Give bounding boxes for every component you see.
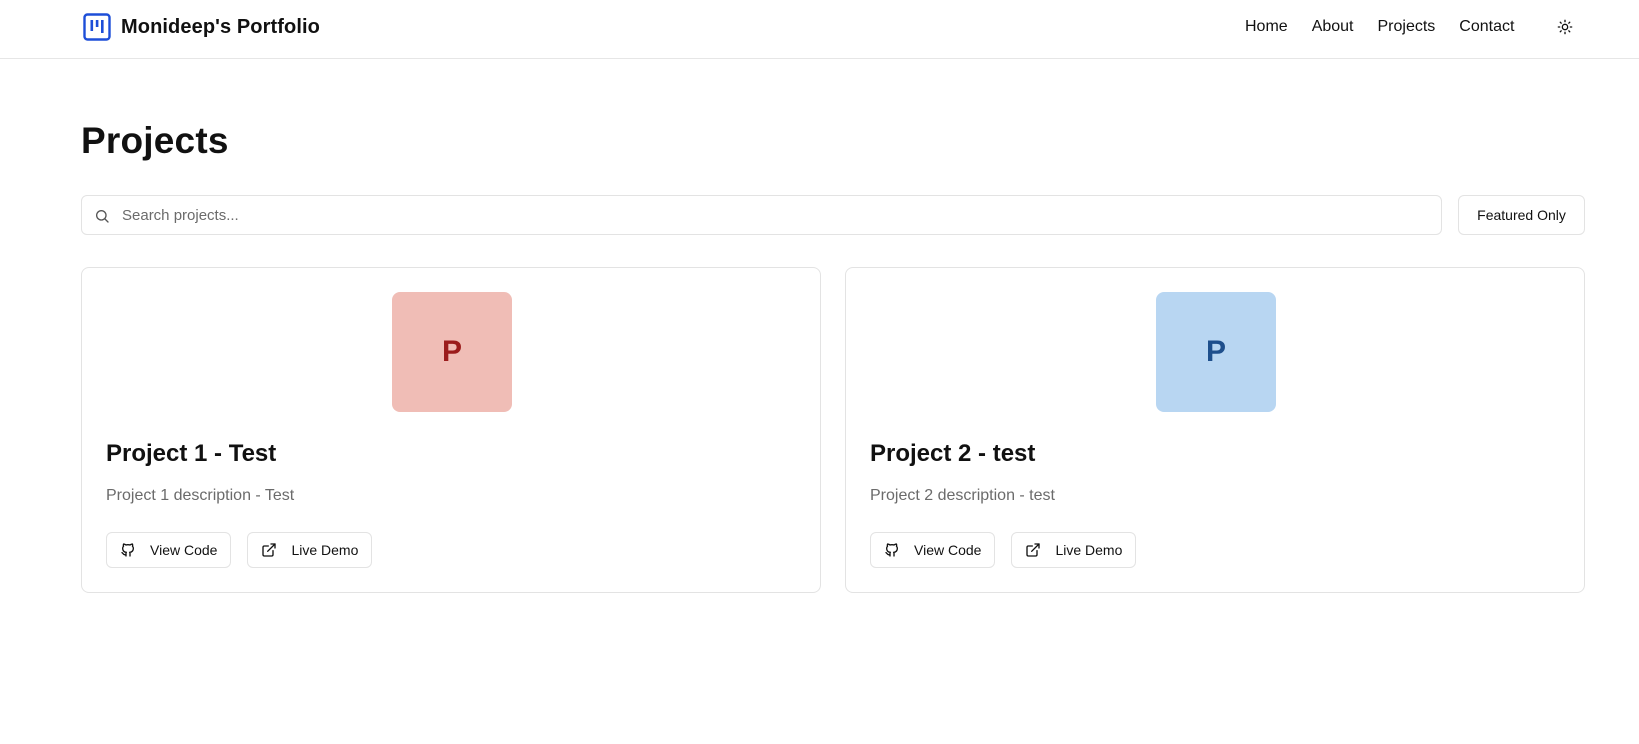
project-thumbnail: P [1156,292,1276,412]
github-icon [885,543,898,557]
project-description: Project 2 description - test [870,487,1055,504]
search-input[interactable] [82,196,1441,234]
project-actions: View Code Live Demo [106,532,373,568]
kanban-icon [83,13,111,41]
project-title: Project 1 - Test [106,440,277,467]
external-link-icon [1026,543,1041,557]
view-code-button[interactable]: View Code [106,532,232,568]
nav-home-link[interactable]: Home [1245,17,1288,37]
sun-icon [1557,19,1573,35]
project-actions: View Code Live Demo [870,532,1137,568]
search-icon [96,210,109,223]
nav-contact-link[interactable]: Contact [1459,17,1514,37]
github-icon [121,543,134,557]
project-title: Project 2 - test [870,440,1036,467]
thumbnail-letter: P [1205,335,1226,368]
nav-projects-link[interactable]: Projects [1378,17,1436,37]
external-link-icon [262,543,277,557]
brand[interactable]: Monideep's Portfolio [83,13,320,41]
search-box [81,195,1442,235]
thumbnail-letter: P [441,335,462,368]
live-demo-label: Live Demo [1055,542,1123,558]
live-demo-label: Live Demo [291,542,359,558]
featured-only-button[interactable]: Featured Only [1458,195,1585,235]
main-nav: Home About Projects Contact [1245,17,1514,37]
top-navbar: Monideep's Portfolio Home About Projects… [0,0,1639,59]
page-title: Projects [81,120,229,161]
view-code-button[interactable]: View Code [870,532,996,568]
project-card: P Project 2 - test Project 2 description… [845,267,1585,593]
view-code-label: View Code [150,542,218,558]
nav-about-link[interactable]: About [1312,17,1354,37]
theme-toggle-button[interactable] [1553,15,1577,39]
project-thumbnail: P [392,292,512,412]
live-demo-button[interactable]: Live Demo [1011,532,1137,568]
brand-title[interactable]: Monideep's Portfolio [121,16,320,39]
project-description: Project 1 description - Test [106,487,295,504]
live-demo-button[interactable]: Live Demo [247,532,373,568]
view-code-label: View Code [914,542,982,558]
project-card: P Project 1 - Test Project 1 description… [81,267,821,593]
